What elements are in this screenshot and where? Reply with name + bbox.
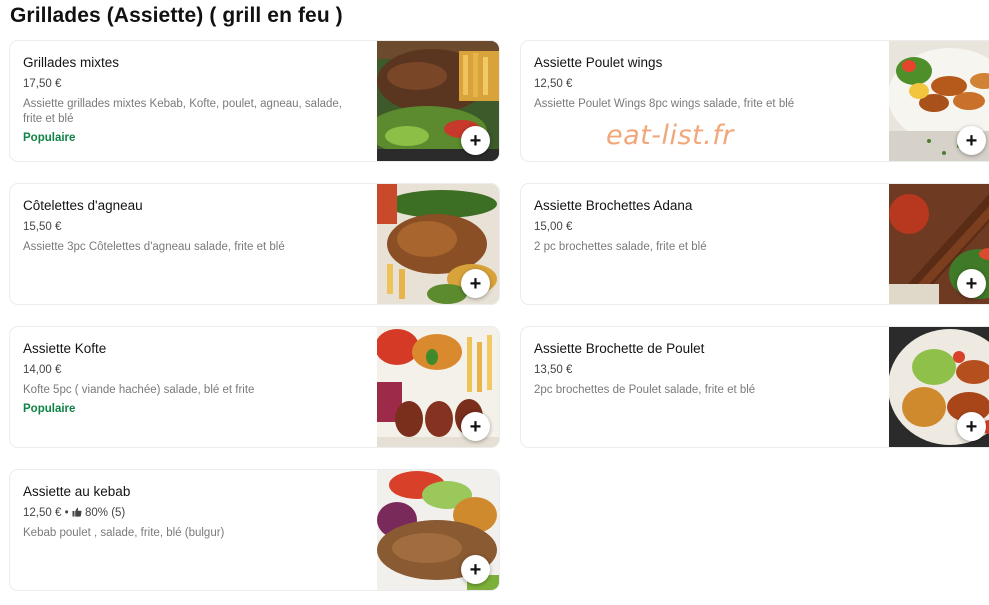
menu-item-description: Assiette Poulet Wings 8pc wings salade, … <box>534 98 795 110</box>
menu-item-card[interactable]: Assiette au kebab 12,50 € • 80% (5) Keba… <box>9 469 500 591</box>
menu-item-image: + <box>377 327 499 447</box>
menu-item-info: Côtelettes d'agneau 15,50 € Assiette 3pc… <box>23 198 363 255</box>
add-to-cart-button[interactable]: + <box>461 555 490 584</box>
menu-item-info: Assiette Brochettes Adana 15,00 € 2 pc b… <box>534 198 874 255</box>
menu-item-price: 15,50 € <box>23 221 62 233</box>
thumbs-up-icon <box>72 507 82 517</box>
menu-page: Grillades (Assiette) ( grill en feu ) Gr… <box>0 0 989 605</box>
price-separator: • <box>61 507 72 519</box>
menu-item-card[interactable]: Grillades mixtes 17,50 € Assiette grilla… <box>9 40 500 162</box>
menu-item-description: Assiette grillades mixtes Kebab, Kofte, … <box>23 98 343 125</box>
menu-item-price: 12,50 € <box>23 507 62 519</box>
menu-item-info: Assiette Kofte 14,00 € Kofte 5pc ( viand… <box>23 341 363 416</box>
add-to-cart-button[interactable]: + <box>957 126 986 155</box>
rating: 80% (5) <box>85 507 126 519</box>
menu-item-image: + <box>377 41 499 161</box>
menu-item-image: + <box>889 41 989 161</box>
add-to-cart-button[interactable]: + <box>461 126 490 155</box>
menu-item-image: + <box>889 327 989 447</box>
menu-item-name: Grillades mixtes <box>23 55 120 70</box>
menu-item-description: 2pc brochettes de Poulet salade, frite e… <box>534 384 756 396</box>
menu-item-price: 13,50 € <box>534 364 573 376</box>
popular-badge: Populaire <box>23 132 76 144</box>
menu-item-description: Kofte 5pc ( viande hachée) salade, blé e… <box>23 384 255 396</box>
menu-item-name: Assiette Kofte <box>23 341 107 356</box>
menu-item-name: Côtelettes d'agneau <box>23 198 143 213</box>
menu-item-card[interactable]: Côtelettes d'agneau 15,50 € Assiette 3pc… <box>9 183 500 305</box>
menu-item-card[interactable]: Assiette Brochette de Poulet 13,50 € 2pc… <box>520 326 989 448</box>
menu-item-name: Assiette au kebab <box>23 484 131 499</box>
menu-item-name: Assiette Brochettes Adana <box>534 198 693 213</box>
menu-item-info: Assiette Brochette de Poulet 13,50 € 2pc… <box>534 341 874 398</box>
menu-item-description: 2 pc brochettes salade, frite et blé <box>534 241 707 253</box>
menu-item-card[interactable]: Assiette Poulet wings 12,50 € Assiette P… <box>520 40 989 162</box>
menu-item-name: Assiette Brochette de Poulet <box>534 341 705 356</box>
menu-item-description: Kebab poulet , salade, frite, blé (bulgu… <box>23 527 225 539</box>
menu-item-price: 17,50 € <box>23 78 62 90</box>
menu-item-card[interactable]: Assiette Brochettes Adana 15,00 € 2 pc b… <box>520 183 989 305</box>
menu-item-price-rating: 12,50 € • 80% (5) <box>23 506 363 520</box>
menu-item-name: Assiette Poulet wings <box>534 55 663 70</box>
popular-badge: Populaire <box>23 403 76 415</box>
menu-item-price: 14,00 € <box>23 364 62 376</box>
menu-item-info: Grillades mixtes 17,50 € Assiette grilla… <box>23 55 363 145</box>
add-to-cart-button[interactable]: + <box>461 412 490 441</box>
add-to-cart-button[interactable]: + <box>957 269 986 298</box>
section-title: Grillades (Assiette) ( grill en feu ) <box>10 4 343 27</box>
menu-item-image: + <box>889 184 989 304</box>
add-to-cart-button[interactable]: + <box>461 269 490 298</box>
menu-item-card[interactable]: Assiette Kofte 14,00 € Kofte 5pc ( viand… <box>9 326 500 448</box>
menu-item-price: 15,00 € <box>534 221 573 233</box>
menu-item-description: Assiette 3pc Côtelettes d'agneau salade,… <box>23 241 285 253</box>
menu-item-image: + <box>377 184 499 304</box>
add-to-cart-button[interactable]: + <box>957 412 986 441</box>
menu-item-info: Assiette Poulet wings 12,50 € Assiette P… <box>534 55 874 112</box>
watermark: eat-list.fr <box>606 120 734 151</box>
menu-item-image: + <box>377 470 499 590</box>
menu-item-price: 12,50 € <box>534 78 573 90</box>
menu-item-info: Assiette au kebab 12,50 € • 80% (5) Keba… <box>23 484 363 541</box>
